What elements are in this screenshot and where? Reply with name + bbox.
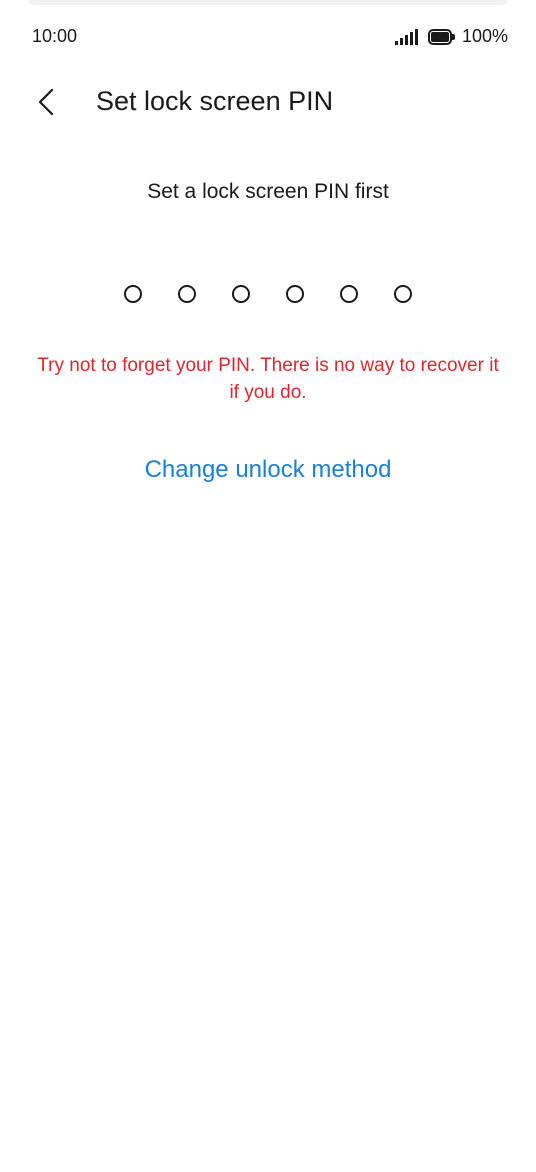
change-unlock-method-link[interactable]: Change unlock method [0, 456, 536, 484]
app-bar: Set lock screen PIN [0, 78, 536, 126]
battery-percent: 100% [461, 26, 508, 46]
pin-warning: Try not to forget your PIN. There is no … [37, 355, 499, 403]
status-bar: 10:00 100% [0, 22, 536, 52]
page-title: Set lock screen PIN [96, 86, 334, 116]
pin-dot [340, 285, 358, 303]
pin-dot [286, 285, 304, 303]
battery-icon [427, 28, 456, 45]
screen-top-edge [28, 0, 508, 5]
signal-icon [394, 28, 418, 45]
pin-dot [124, 285, 142, 303]
status-icons: 100% [394, 26, 508, 47]
pin-dot [232, 285, 250, 303]
pin-dot [178, 285, 196, 303]
pin-dot [394, 285, 412, 303]
status-time: 10:00 [32, 26, 78, 46]
pin-instruction: Set a lock screen PIN first [147, 180, 389, 203]
pin-dots[interactable] [124, 285, 412, 303]
chevron-left-icon [38, 88, 54, 116]
back-button[interactable] [28, 82, 68, 122]
